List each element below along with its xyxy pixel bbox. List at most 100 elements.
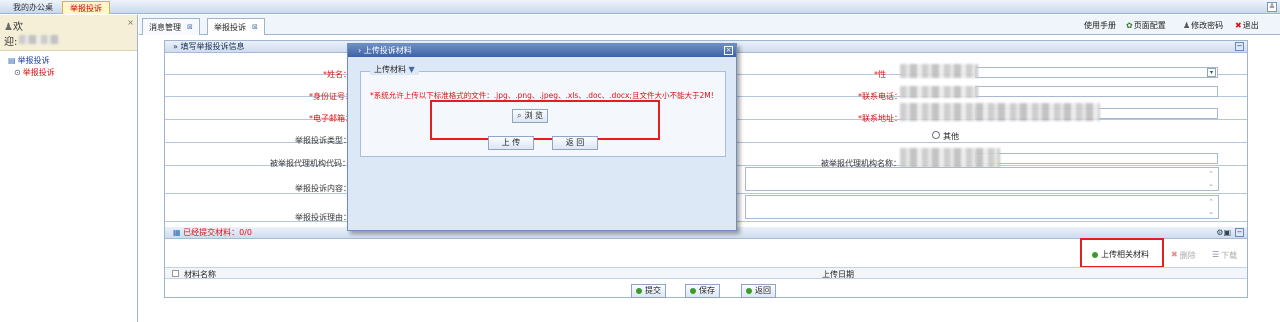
page-config-button[interactable]: ✿ 页面配置 xyxy=(1126,19,1166,33)
close-icon[interactable]: × xyxy=(724,46,733,55)
dialog-back-label: 返 回 xyxy=(565,138,585,147)
content-label: 举报投诉内容： xyxy=(295,184,351,193)
save-label: 保存 xyxy=(699,286,715,295)
gear-icon: ✿ xyxy=(1126,21,1133,30)
browse-label: 浏 览 xyxy=(524,111,544,120)
collapse-icon[interactable]: ≚ xyxy=(1267,2,1277,12)
upload-materials-label: 上传相关材料 xyxy=(1101,250,1149,259)
chevron-down-icon: ▼ xyxy=(408,65,415,74)
manual-button[interactable]: 使用手册 xyxy=(1084,19,1116,33)
form-panel-title: 填写举报投诉信息 xyxy=(180,42,245,51)
other-radio[interactable]: 其他 xyxy=(932,131,959,142)
add-icon xyxy=(1092,252,1098,258)
gender-select[interactable]: ▾ xyxy=(975,67,1218,78)
dialog-title-bar[interactable]: › 上传投诉材料 × xyxy=(348,44,736,57)
welcome-text: 欢 xyxy=(12,22,23,33)
close-icon[interactable]: × xyxy=(127,18,134,27)
agency-code-label: 被举报代理机构代码： xyxy=(270,159,350,168)
tab-my-desk[interactable]: 我的办公桌 xyxy=(6,1,60,14)
materials-count: 已经提交材料：0/0 xyxy=(183,228,252,237)
redacted-value xyxy=(900,86,978,98)
manual-label: 使用手册 xyxy=(1084,21,1116,30)
user-icon: ♟ xyxy=(4,22,13,33)
minimize-icon[interactable]: − xyxy=(1235,228,1244,237)
scroll-arrows-icon: ⌃ ⌄ xyxy=(1208,170,1214,188)
sidebar: ♟欢 迎: × ▤ 举报投诉 ⊙ 举报投诉 xyxy=(0,15,138,322)
back-label: 返回 xyxy=(755,286,771,295)
folder-icon: ▤ xyxy=(8,56,16,65)
back-button[interactable]: 返回 xyxy=(741,284,776,298)
table-icon: ▦ xyxy=(173,228,181,237)
tree-node-icon: ⊙ xyxy=(14,68,21,77)
browse-icon: ⌕ xyxy=(517,111,522,120)
redacted-value xyxy=(900,103,1100,121)
select-all-checkbox[interactable] xyxy=(172,270,179,277)
submit-button[interactable]: 提交 xyxy=(631,284,666,298)
chevron-down-icon: ▾ xyxy=(1207,68,1216,77)
tab-complaint[interactable]: 举报投诉 xyxy=(62,1,110,14)
complaint-type-label: 举报投诉类型： xyxy=(295,136,351,145)
col-date-header: 上传日期 xyxy=(822,270,854,279)
ok-icon xyxy=(636,288,642,294)
tab-messages[interactable]: 消息管理 ⊠ xyxy=(142,18,200,35)
delete-label: 删除 xyxy=(1179,251,1196,260)
tree-child[interactable]: ⊙ 举报投诉 xyxy=(14,67,55,78)
ok-icon xyxy=(690,288,696,294)
tab-complaint-main[interactable]: 举报投诉 ⊠ xyxy=(207,18,265,35)
settings-icon[interactable]: ⚙▣ xyxy=(1216,227,1231,239)
welcome-box: ♟欢 迎: × xyxy=(0,15,137,51)
close-icon[interactable]: ⊠ xyxy=(187,20,193,35)
submit-label: 提交 xyxy=(645,286,661,295)
close-icon: ✖ xyxy=(1235,21,1242,30)
radio-icon xyxy=(932,131,940,139)
download-button[interactable]: ☰ 下载 xyxy=(1212,250,1237,261)
right-field-label: *性 xyxy=(874,70,886,79)
close-icon[interactable]: ⊠ xyxy=(252,20,258,35)
logout-label: 退出 xyxy=(1242,21,1259,30)
user-icon: ♟ xyxy=(1183,21,1191,30)
upload-dialog: › 上传投诉材料 × 上传材料 ▼ *系统允许上传以下标准格式的文件：.jpg、… xyxy=(347,43,737,231)
tree-child-label: 举报投诉 xyxy=(22,68,55,77)
ok-icon xyxy=(746,288,752,294)
delete-icon: ✖ xyxy=(1171,250,1178,259)
agency-name-input[interactable] xyxy=(975,153,1218,164)
legend-text: 上传材料 xyxy=(374,65,406,74)
materials-table-header: 材料名称 上传日期 xyxy=(165,267,1247,279)
reason-textarea[interactable]: ⌃ ⌄ xyxy=(745,195,1219,219)
col-name-header: 材料名称 xyxy=(184,270,216,279)
delete-button[interactable]: ✖ 删除 xyxy=(1171,250,1196,261)
page-config-label: 页面配置 xyxy=(1133,21,1166,30)
upload-label: 上 传 xyxy=(501,138,521,147)
tab-messages-label: 消息管理 xyxy=(149,22,181,32)
address-label: *联系地址： xyxy=(858,114,902,123)
arrow-icon: › xyxy=(358,46,362,55)
tree-root-label: 举报投诉 xyxy=(17,56,50,65)
change-password-button[interactable]: ♟ 修改密码 xyxy=(1183,19,1223,33)
minimize-icon[interactable]: − xyxy=(1235,42,1244,51)
phone-label: *联系电话： xyxy=(858,92,902,101)
main-tab-row: 消息管理 ⊠ 举报投诉 ⊠ 使用手册 ✿ 页面配置 ♟ 修改密码 ✖ 退出 xyxy=(139,15,1280,35)
welcome-user: 迎: xyxy=(4,37,18,48)
upload-button[interactable]: 上 传 xyxy=(488,136,534,150)
browse-button[interactable]: ⌕ 浏 览 xyxy=(512,109,549,123)
save-button[interactable]: 保存 xyxy=(685,284,720,298)
other-radio-label: 其他 xyxy=(943,132,959,141)
double-chevron-icon: » xyxy=(173,42,178,51)
reason-label: 举报投诉理由： xyxy=(295,213,351,222)
dialog-back-button[interactable]: 返 回 xyxy=(552,136,598,150)
redacted-username xyxy=(19,35,60,44)
download-label: 下载 xyxy=(1221,251,1238,260)
dialog-title: 上传投诉材料 xyxy=(363,46,412,55)
tree-root[interactable]: ▤ 举报投诉 xyxy=(8,55,50,66)
top-tab-bar: 我的办公桌 举报投诉 ≚ xyxy=(0,0,1280,14)
content-textarea[interactable]: ⌃ ⌄ xyxy=(745,167,1219,191)
upload-legend: 上传材料 ▼ xyxy=(370,64,419,75)
logout-button[interactable]: ✖ 退出 xyxy=(1235,19,1259,33)
scroll-arrows-icon: ⌃ ⌄ xyxy=(1208,198,1214,216)
phone-input[interactable] xyxy=(975,86,1218,97)
tab-complaint-label: 举报投诉 xyxy=(214,22,246,32)
redacted-value xyxy=(900,64,978,78)
change-password-label: 修改密码 xyxy=(1191,21,1224,30)
upload-materials-button[interactable]: 上传相关材料 xyxy=(1088,248,1153,262)
redacted-value xyxy=(900,148,1000,168)
